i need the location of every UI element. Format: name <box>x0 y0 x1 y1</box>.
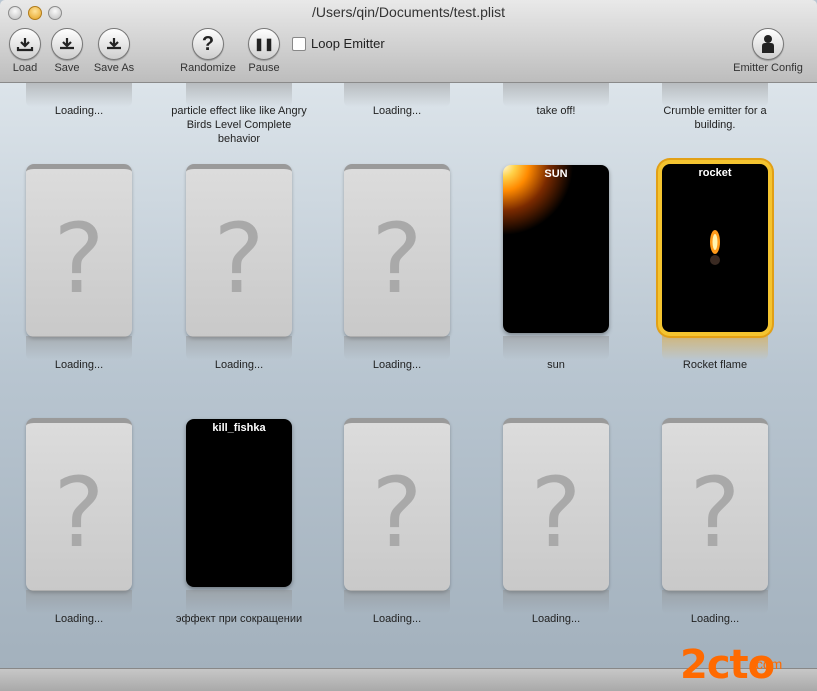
save-button[interactable]: Save <box>50 28 84 76</box>
effect-caption: Loading... <box>531 613 581 625</box>
effect-card-kill-fishka[interactable]: kill_fishka <box>186 419 292 587</box>
card-reflection <box>662 336 768 360</box>
effect-caption: Loading... <box>54 105 104 117</box>
loop-emitter-checkbox[interactable] <box>292 36 306 51</box>
effect-caption: take off! <box>536 105 576 117</box>
save-icon <box>51 28 83 60</box>
effect-caption: Loading... <box>54 359 104 371</box>
pause-icon: ❚❚ <box>248 28 280 60</box>
titlebar: /Users/qin/Documents/test.plist Load Sav… <box>0 0 817 83</box>
app-window: /Users/qin/Documents/test.plist Load Sav… <box>0 0 817 691</box>
load-icon <box>9 28 41 60</box>
emitter-config-label: Emitter Config <box>733 62 803 74</box>
randomize-label: Randomize <box>180 62 236 74</box>
person-icon <box>752 28 784 60</box>
pause-glyph: ❚❚ <box>253 37 275 51</box>
card-reflection <box>26 590 132 614</box>
card-reflection <box>503 336 609 360</box>
effect-caption: Loading... <box>372 359 422 371</box>
card-reflection <box>26 336 132 360</box>
effect-card-placeholder[interactable]: ? <box>186 164 292 337</box>
save-as-button[interactable]: Save As <box>92 28 136 76</box>
question-mark-icon: ? <box>371 457 423 569</box>
card-name: SUN <box>544 168 568 180</box>
card-reflection <box>662 590 768 614</box>
pause-button[interactable]: ❚❚ Pause <box>246 28 282 76</box>
effect-card-placeholder[interactable]: ? <box>662 418 768 591</box>
effect-card-sun[interactable]: SUN <box>503 165 609 333</box>
effect-card-placeholder[interactable]: ? <box>26 164 132 337</box>
rocket-flame-icon <box>710 230 720 265</box>
effect-caption: Loading... <box>54 613 104 625</box>
load-label: Load <box>12 62 38 74</box>
save-as-label: Save As <box>93 62 135 74</box>
loop-emitter-toggle[interactable]: Loop Emitter <box>292 36 385 51</box>
card-reflection <box>503 590 609 614</box>
card-reflection <box>186 336 292 360</box>
question-mark-icon: ? <box>371 203 423 315</box>
question-mark-icon: ? <box>689 457 741 569</box>
watermark-domain: .com <box>752 656 783 672</box>
effects-grid: Loading... particle effect like like Ang… <box>0 83 817 668</box>
randomize-button[interactable]: ? Randomize <box>176 28 240 76</box>
question-mark-icon: ? <box>53 457 105 569</box>
effect-card-placeholder[interactable]: ? <box>503 418 609 591</box>
card-reflection <box>186 590 292 614</box>
card-reflection <box>344 336 450 360</box>
effect-caption: particle effect like like Angry Birds Le… <box>171 105 307 145</box>
effect-caption: Loading... <box>372 105 422 117</box>
card-name: kill_fishka <box>212 422 266 434</box>
save-label: Save <box>54 62 80 74</box>
effect-card-placeholder[interactable]: ? <box>344 418 450 591</box>
effect-caption: Loading... <box>372 613 422 625</box>
effect-card-placeholder[interactable]: ? <box>344 164 450 337</box>
randomize-glyph: ? <box>201 33 215 55</box>
effect-caption: Loading... <box>214 359 264 371</box>
question-mark-icon: ? <box>53 203 105 315</box>
effect-caption: sun <box>547 359 565 371</box>
effect-caption: Crumble emitter for a building. <box>663 105 767 131</box>
effect-caption: Loading... <box>690 613 740 625</box>
question-mark-icon: ? <box>213 203 265 315</box>
loop-emitter-label: Loop Emitter <box>311 36 385 51</box>
question-mark-icon: ? <box>530 457 582 569</box>
effect-caption: Rocket flame <box>682 359 748 371</box>
question-icon: ? <box>192 28 224 60</box>
save-as-icon <box>98 28 130 60</box>
load-button[interactable]: Load <box>8 28 42 76</box>
effect-card-placeholder[interactable]: ? <box>26 418 132 591</box>
card-name: rocket <box>698 167 732 179</box>
effect-card-rocket[interactable]: rocket <box>662 164 768 332</box>
effect-caption: эффект при сокращении <box>175 613 303 625</box>
emitter-config-button[interactable]: Emitter Config <box>726 28 810 76</box>
card-reflection <box>344 590 450 614</box>
pause-label: Pause <box>248 62 280 74</box>
window-title: /Users/qin/Documents/test.plist <box>312 4 505 20</box>
